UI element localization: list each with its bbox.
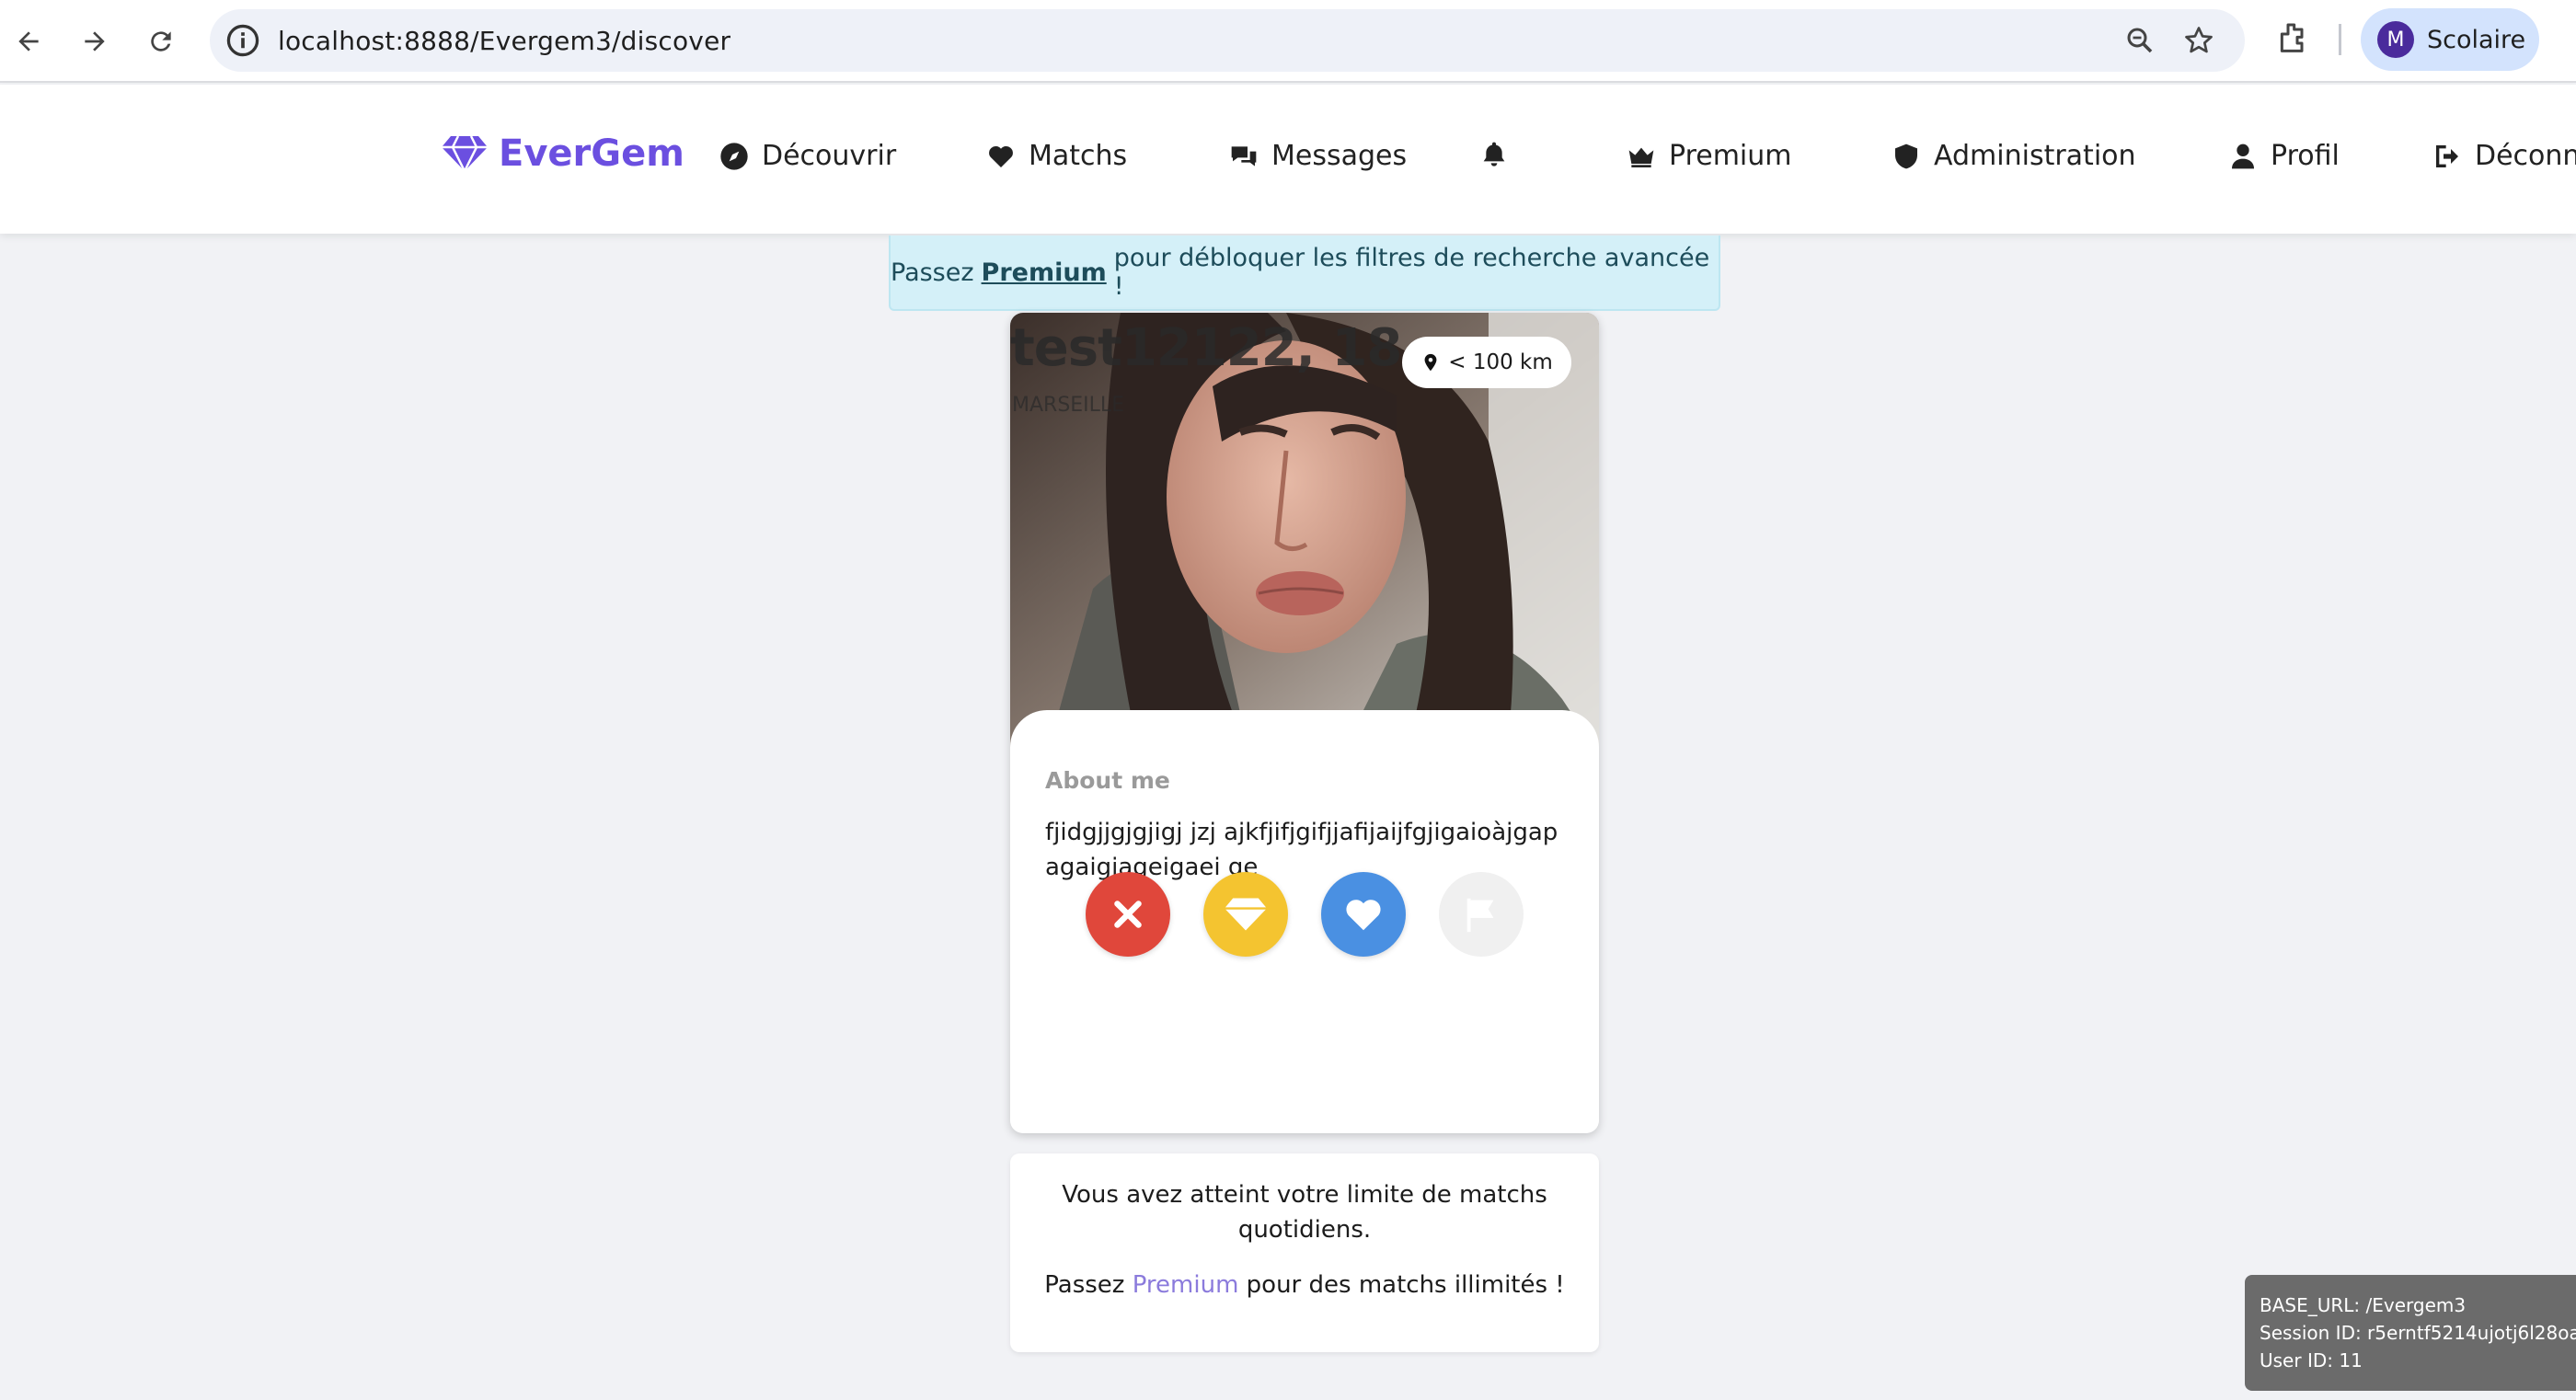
reload-button[interactable] [140,20,182,63]
nav-logout-label: Déconn [2475,140,2576,172]
comments-icon [1231,145,1257,166]
nav-premium-label: Premium [1669,140,1792,172]
crown-icon [1628,147,1654,167]
profile-card[interactable]: test12122, 18 MARSEILLE < 100 km About m… [1010,313,1599,1133]
heart-icon [989,145,1013,167]
nav-matches[interactable]: Matchs [986,140,1127,172]
nav-notifications[interactable] [1479,140,1522,169]
debug-session-id: Session ID: r5erntf5214ujotj6l28oa0q [2260,1322,2576,1344]
banner-premium-link[interactable]: Premium [982,258,1107,287]
back-button[interactable] [7,20,50,63]
gem-logo-icon [442,135,488,173]
debug-info-box: BASE_URL: /Evergem3 Session ID: r5erntf5… [2245,1275,2576,1391]
distance-badge: < 100 km [1402,337,1571,388]
nav-discover[interactable]: Découvrir [719,140,896,172]
profile-name-age: test12122, 18 [1010,318,1402,378]
nav-messages-label: Messages [1271,140,1408,172]
toolbar-divider [2339,24,2341,55]
premium-filter-banner: Passez Premium pour débloquer les filtre… [889,235,1720,311]
site-info-icon[interactable] [223,20,263,61]
super-like-button[interactable] [1203,872,1288,957]
debug-base-url: BASE_URL: /Evergem3 [2260,1294,2467,1316]
avatar: M [2377,21,2414,58]
arrow-left-icon [18,31,39,52]
zoom-icon[interactable] [2123,24,2156,57]
limit-cta-prefix: Passez [1044,1271,1125,1299]
like-button[interactable] [1321,872,1406,957]
browser-toolbar: localhost:8888/Evergem3/discover M Scola… [0,0,2576,83]
app-navbar: EverGem Découvrir Matchs Messages Premiu… [0,85,2576,234]
compass-icon [720,142,748,170]
nav-logout[interactable]: Déconn [2432,140,2576,172]
limit-message: Vous avez atteint votre limite de matchs… [1062,1181,1547,1244]
shield-icon [1895,143,1917,168]
profile-name: Scolaire [2427,25,2526,54]
extensions-icon[interactable] [2274,20,2311,57]
about-title: About me [1045,767,1170,794]
limit-cta: Passez Premium pour des matchs illimités… [1010,1271,1599,1299]
limit-premium-link[interactable]: Premium [1133,1271,1239,1299]
reload-icon [151,31,171,52]
nav-administration-label: Administration [1934,140,2136,172]
flag-icon [1466,898,1494,933]
nav-discover-label: Découvrir [762,140,897,172]
address-bar[interactable]: localhost:8888/Evergem3/discover [210,9,2245,72]
profile-city: MARSEILLE [1012,394,1125,417]
map-marker-icon [1424,353,1437,372]
brand-logo[interactable]: EverGem [442,132,684,175]
close-icon [1114,901,1142,928]
limit-cta-suffix: pour des matchs illimités ! [1246,1271,1565,1299]
arrow-right-icon [85,31,105,52]
nav-messages[interactable]: Messages [1229,140,1407,172]
reject-button[interactable] [1086,872,1170,957]
match-limit-notice: Vous avez atteint votre limite de matchs… [1010,1153,1599,1352]
nav-premium[interactable]: Premium [1627,140,1792,172]
heart-icon [1346,900,1381,931]
banner-prefix: Passez [891,258,974,287]
sign-out-icon [2436,144,2458,167]
banner-suffix: pour débloquer les filtres de recherche … [1113,244,1710,301]
bell-icon [1483,142,1505,166]
profile-button[interactable]: M Scolaire [2361,8,2539,71]
user-icon [2232,143,2254,168]
debug-user-id: User ID: 11 [2260,1349,2363,1371]
nav-matches-label: Matchs [1029,140,1128,172]
brand-name: EverGem [499,132,684,175]
gem-icon [1225,898,1267,931]
bookmark-star-icon[interactable] [2182,24,2215,57]
nav-profile[interactable]: Profil [2228,140,2340,172]
nav-administration[interactable]: Administration [1892,140,2136,172]
report-button[interactable] [1439,872,1524,957]
distance-text: < 100 km [1448,350,1553,374]
url-text[interactable]: localhost:8888/Evergem3/discover [278,26,730,56]
forward-button[interactable] [74,20,116,63]
nav-profile-label: Profil [2271,140,2340,172]
